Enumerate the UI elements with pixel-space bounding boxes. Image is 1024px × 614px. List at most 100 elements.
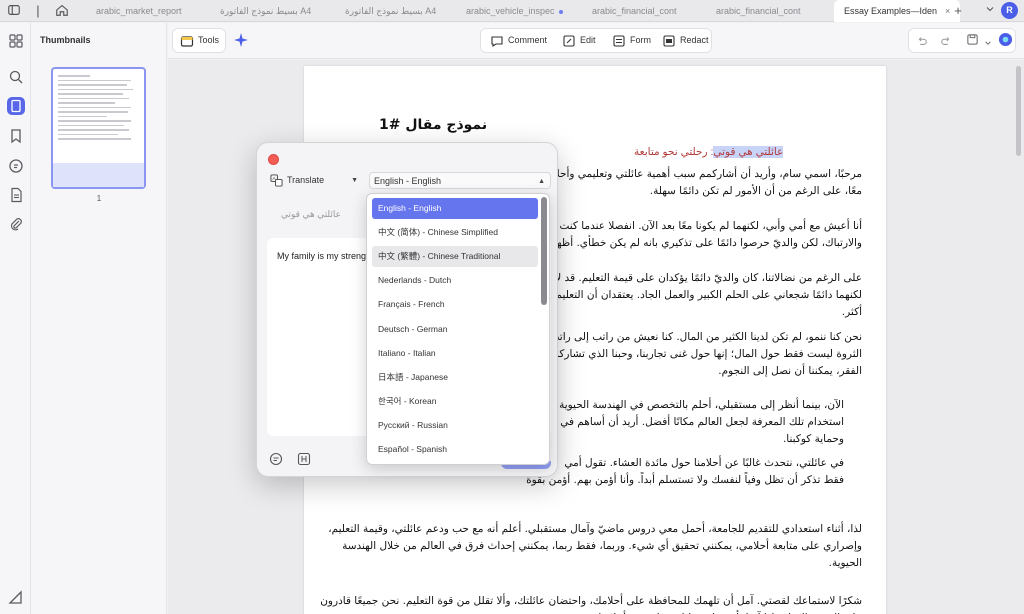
- language-select-value: English - English: [374, 176, 442, 186]
- language-option[interactable]: Deutsch - German: [372, 319, 538, 340]
- grid-icon[interactable]: [7, 32, 25, 50]
- heading-rest: : رحلتي نحو متابعة: [634, 146, 714, 158]
- paragraph-line: وإصراري على متابعة أحلامي، يمكنني تحقيق …: [342, 540, 862, 552]
- tab-6[interactable]: Essay Examples—Iden ×: [834, 0, 961, 22]
- left-rail: [0, 23, 31, 614]
- selected-text[interactable]: عائلتي هي قوتي: [713, 146, 784, 158]
- tab-5[interactable]: arabic_financial_cont: [716, 0, 801, 22]
- language-option[interactable]: 中文 (繁體) - Chinese Traditional: [372, 246, 538, 268]
- unsaved-dot-icon: [558, 9, 563, 14]
- edit-label: Edit: [580, 35, 596, 45]
- page-number: 1: [96, 194, 102, 203]
- paragraph-line: الحيوية.: [828, 557, 862, 569]
- scrollbar-thumb[interactable]: [1016, 66, 1021, 156]
- save-icon[interactable]: [966, 33, 979, 51]
- paragraph-line: لكنهما دائمًا شجعاني على الحلم الكبير وا…: [555, 289, 862, 301]
- language-option[interactable]: Русский - Russian: [372, 415, 538, 436]
- language-option[interactable]: Español - Spanish: [372, 439, 538, 460]
- translation-output: My family is my streng: [277, 251, 367, 261]
- layers-icon[interactable]: [7, 589, 25, 607]
- paragraph-line: فقط تذكر أن تظل وفياً لنفسك ولا تستسلم أ…: [526, 474, 844, 486]
- edit-icon: [562, 34, 576, 48]
- page-thumbnail[interactable]: [51, 67, 146, 189]
- language-dropdown: English - English 中文 (简体) - Chinese Simpl…: [366, 193, 550, 465]
- language-option[interactable]: 日本語 - Japanese: [372, 367, 538, 388]
- paragraph-line: شكرًا لاستماعك لقصتي. آمل أن تلهمك للمحا…: [320, 595, 862, 607]
- tab-bar: | arabic_market_report بسيط نموذج الفاتور…: [0, 0, 1024, 22]
- edit-button[interactable]: Edit: [556, 29, 602, 51]
- tools-button[interactable]: Tools: [174, 29, 225, 51]
- avatar[interactable]: R: [1001, 2, 1018, 19]
- highlighted-heading[interactable]: عائلتي هي قوتي: رحلتي نحو متابعة: [634, 146, 784, 158]
- tools-icon: [180, 34, 194, 48]
- language-select[interactable]: English - English ▲: [369, 172, 551, 189]
- translate-icon: A: [270, 174, 283, 187]
- tab-1[interactable]: بسيط نموذج الفاتورة A4: [220, 0, 311, 22]
- tab-0[interactable]: arabic_market_report: [96, 0, 182, 22]
- language-option[interactable]: English - English: [372, 198, 538, 219]
- paragraph-line: والارتباك، لكن والديّ حرصوا دائمًا على ت…: [551, 237, 862, 249]
- thumbnails-icon[interactable]: [7, 97, 25, 115]
- redact-icon: [662, 34, 676, 48]
- form-button[interactable]: Form: [606, 29, 657, 51]
- caret-down-icon: ▼: [351, 177, 358, 184]
- form-label: Form: [630, 35, 651, 45]
- paragraph-line: مرحبًا، اسمي سام، وأريد أن أشاركمم سبب أ…: [553, 168, 862, 180]
- new-tab-icon[interactable]: +: [950, 3, 966, 19]
- comment-icon[interactable]: [269, 452, 283, 466]
- tab-label: arabic_financial_cont: [592, 6, 677, 16]
- comment-button[interactable]: Comment: [484, 29, 553, 51]
- tab-label: arabic_vehicle_inspec: [466, 6, 555, 16]
- essay-title: نموذج مقال #1: [379, 117, 488, 133]
- tab-2[interactable]: بسيط نموذج الفاتورة A4: [345, 0, 436, 22]
- paragraph-line: أنا أعيش مع أمي وأبي، لكنهما لم يكونا مع…: [559, 220, 862, 232]
- thumbnails-panel: Thumbnails 1: [31, 23, 167, 614]
- paragraph-line: نحن كنا ننمو، لم تكن لدينا الكثير من الم…: [549, 331, 862, 343]
- home-icon[interactable]: [54, 3, 70, 19]
- paragraph-line: الثروة ليست فقط حول المال؛ إنها حول غنى …: [553, 348, 862, 360]
- tab-4[interactable]: arabic_financial_cont: [592, 0, 677, 22]
- search-icon[interactable]: [7, 68, 25, 86]
- sidebar-toggle-icon[interactable]: [6, 3, 22, 19]
- bookmark-icon[interactable]: [7, 127, 25, 145]
- tab-label: بسيط نموذج الفاتورة A4: [220, 6, 312, 16]
- paragraph-line: استخدام تلك المعرفة لجعل العالم مكانًا أ…: [560, 416, 844, 428]
- tab-3[interactable]: arabic_vehicle_inspec: [466, 0, 563, 22]
- document-scrollbar[interactable]: [1016, 60, 1022, 614]
- undo-icon[interactable]: [916, 34, 928, 52]
- insert-text-icon[interactable]: [297, 452, 311, 466]
- redact-button[interactable]: Redact: [656, 29, 715, 51]
- attachment-icon[interactable]: [7, 215, 25, 233]
- main-toolbar: Tools Comment Edit Form Redact: [168, 23, 1024, 59]
- redact-label: Redact: [680, 35, 709, 45]
- paragraph-line: على الشيء العظيم إذا آمنا بأنفسنا وعملنا…: [595, 610, 862, 614]
- form-icon: [612, 34, 626, 48]
- thumbnails-title: Thumbnails: [40, 35, 91, 45]
- document-icon[interactable]: [7, 186, 25, 204]
- paragraph-line: الفقر، يمكننا أن نصل إلى النجوم.: [718, 365, 862, 377]
- dropdown-scrollbar[interactable]: [541, 197, 547, 305]
- language-option[interactable]: 한국어 - Korean: [372, 391, 538, 412]
- redo-icon[interactable]: [940, 34, 952, 52]
- paragraph-line: في عائلتي، نتحدث غالبًا عن أحلامنا حول م…: [564, 457, 844, 469]
- app-logo-icon[interactable]: [998, 32, 1013, 52]
- caret-up-icon: ▲: [538, 178, 545, 185]
- tools-label: Tools: [198, 35, 220, 45]
- translate-mode-select[interactable]: A Translate ▼: [267, 172, 361, 189]
- ai-sparkle-icon[interactable]: [232, 31, 250, 49]
- paragraph-line: الآن، بينما أنظر إلى مستقبلي، أحلم بالتخ…: [555, 399, 844, 411]
- chevron-down-icon[interactable]: [982, 3, 998, 19]
- language-option[interactable]: Italiano - Italian: [372, 343, 538, 364]
- tab-label: بسيط نموذج الفاتورة A4: [345, 6, 437, 16]
- divider: |: [36, 3, 40, 18]
- language-option[interactable]: Nederlands - Dutch: [372, 270, 538, 291]
- save-menu-chevron-icon[interactable]: [984, 34, 992, 52]
- paragraph-line: أكثر.: [841, 306, 862, 318]
- comment-label: Comment: [508, 35, 548, 45]
- language-option[interactable]: 中文 (简体) - Chinese Simplified: [372, 222, 538, 243]
- close-button[interactable]: [268, 154, 279, 165]
- source-text: عائلتي هي قوتي: [281, 209, 342, 219]
- comment-search-icon[interactable]: [7, 157, 25, 175]
- translate-mode-label: Translate: [287, 175, 325, 185]
- language-option[interactable]: Français - French: [372, 294, 538, 315]
